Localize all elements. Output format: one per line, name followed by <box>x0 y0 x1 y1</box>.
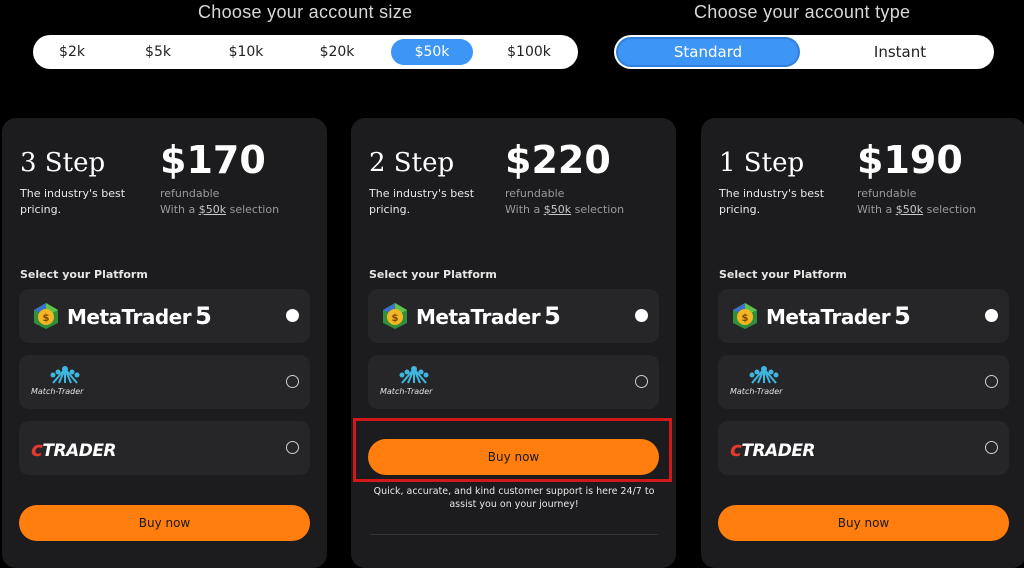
radio-metatrader5[interactable] <box>286 309 299 322</box>
radio-match-trader[interactable] <box>985 375 998 388</box>
select-platform-title: Select your Platform <box>20 268 148 281</box>
account-type-toggle: Standard Instant <box>614 35 994 69</box>
refund-label: refundable <box>505 187 565 200</box>
svg-text:$: $ <box>742 313 749 324</box>
refund-label: refundable <box>160 187 220 200</box>
radio-match-trader[interactable] <box>635 375 648 388</box>
size-option-2k[interactable]: $2k <box>47 39 97 65</box>
selection-link[interactable]: $50k <box>199 203 226 216</box>
match-trader-icon <box>50 366 80 384</box>
metatrader5-logo: $ MetaTrader 5 <box>31 301 212 331</box>
account-size-heading: Choose your account size <box>198 2 413 22</box>
step-description: The industry's best pricing. <box>20 187 126 216</box>
plan-card-1-step: 1 Step The industry's best pricing. $190… <box>701 118 1024 568</box>
buy-now-highlight-box <box>353 418 672 482</box>
radio-ctrader[interactable] <box>985 441 998 454</box>
size-option-5k[interactable]: $5k <box>133 39 183 65</box>
selection-note: With a $50k selection <box>160 203 280 216</box>
size-option-50k[interactable]: $50k <box>391 39 473 65</box>
platform-option-metatrader5[interactable]: $ MetaTrader 5 <box>19 289 310 343</box>
metatrader-wordmark: MetaTrader 5 <box>416 302 561 330</box>
match-trader-icon <box>399 366 429 384</box>
platform-option-ctrader[interactable]: cTRADER <box>718 421 1009 475</box>
account-type-heading: Choose your account type <box>694 2 911 22</box>
match-trader-wordmark: Match-Trader <box>380 387 433 396</box>
match-trader-logo: Match-Trader <box>31 365 101 401</box>
buy-now-button[interactable]: Buy now <box>718 505 1009 541</box>
select-platform-title: Select your Platform <box>719 268 847 281</box>
radio-metatrader5[interactable] <box>985 309 998 322</box>
selection-link[interactable]: $50k <box>544 203 571 216</box>
metatrader5-logo: $ MetaTrader 5 <box>380 301 561 331</box>
match-trader-wordmark: Match-Trader <box>730 387 783 396</box>
size-option-100k[interactable]: $100k <box>496 39 562 65</box>
price: $170 <box>160 138 266 182</box>
svg-text:$: $ <box>392 313 399 324</box>
match-trader-wordmark: Match-Trader <box>31 387 84 396</box>
support-note: Quick, accurate, and kind customer suppo… <box>373 486 655 510</box>
type-option-instant[interactable]: Instant <box>810 39 990 65</box>
platform-option-metatrader5[interactable]: $ MetaTrader 5 <box>368 289 659 343</box>
divider <box>370 534 658 535</box>
step-description: The industry's best pricing. <box>719 187 825 216</box>
price: $190 <box>857 138 963 182</box>
account-size-toggle: $2k $5k $10k $20k $50k $100k <box>33 35 578 69</box>
match-trader-icon <box>749 366 779 384</box>
size-option-20k[interactable]: $20k <box>309 39 365 65</box>
platform-option-metatrader5[interactable]: $ MetaTrader 5 <box>718 289 1009 343</box>
radio-metatrader5[interactable] <box>635 309 648 322</box>
buy-now-button[interactable]: Buy now <box>19 505 310 541</box>
match-trader-logo: Match-Trader <box>730 365 800 401</box>
svg-text:$: $ <box>43 313 50 324</box>
price: $220 <box>505 138 611 182</box>
selection-note: With a $50k selection <box>505 203 625 216</box>
platform-option-match-trader[interactable]: Match-Trader <box>19 355 310 409</box>
ctrader-logo: cTRADER <box>31 437 117 461</box>
metatrader-icon: $ <box>733 303 757 329</box>
step-name: 1 Step <box>719 148 805 178</box>
ctrader-logo: cTRADER <box>730 437 816 461</box>
step-name: 3 Step <box>20 148 106 178</box>
metatrader-icon: $ <box>383 303 407 329</box>
refund-label: refundable <box>857 187 917 200</box>
step-name: 2 Step <box>369 148 455 178</box>
step-description: The industry's best pricing. <box>369 187 475 216</box>
metatrader-wordmark: MetaTrader 5 <box>67 302 212 330</box>
radio-ctrader[interactable] <box>286 441 299 454</box>
selection-link[interactable]: $50k <box>896 203 923 216</box>
plan-card-3-step: 3 Step The industry's best pricing. $170… <box>2 118 327 568</box>
type-option-standard[interactable]: Standard <box>618 39 798 65</box>
select-platform-title: Select your Platform <box>369 268 497 281</box>
match-trader-logo: Match-Trader <box>380 365 450 401</box>
metatrader-wordmark: MetaTrader 5 <box>766 302 911 330</box>
platform-option-match-trader[interactable]: Match-Trader <box>368 355 659 409</box>
radio-match-trader[interactable] <box>286 375 299 388</box>
size-option-10k[interactable]: $10k <box>218 39 274 65</box>
metatrader5-logo: $ MetaTrader 5 <box>730 301 911 331</box>
platform-option-ctrader[interactable]: cTRADER <box>19 421 310 475</box>
platform-option-match-trader[interactable]: Match-Trader <box>718 355 1009 409</box>
metatrader-icon: $ <box>34 303 58 329</box>
selection-note: With a $50k selection <box>857 203 977 216</box>
